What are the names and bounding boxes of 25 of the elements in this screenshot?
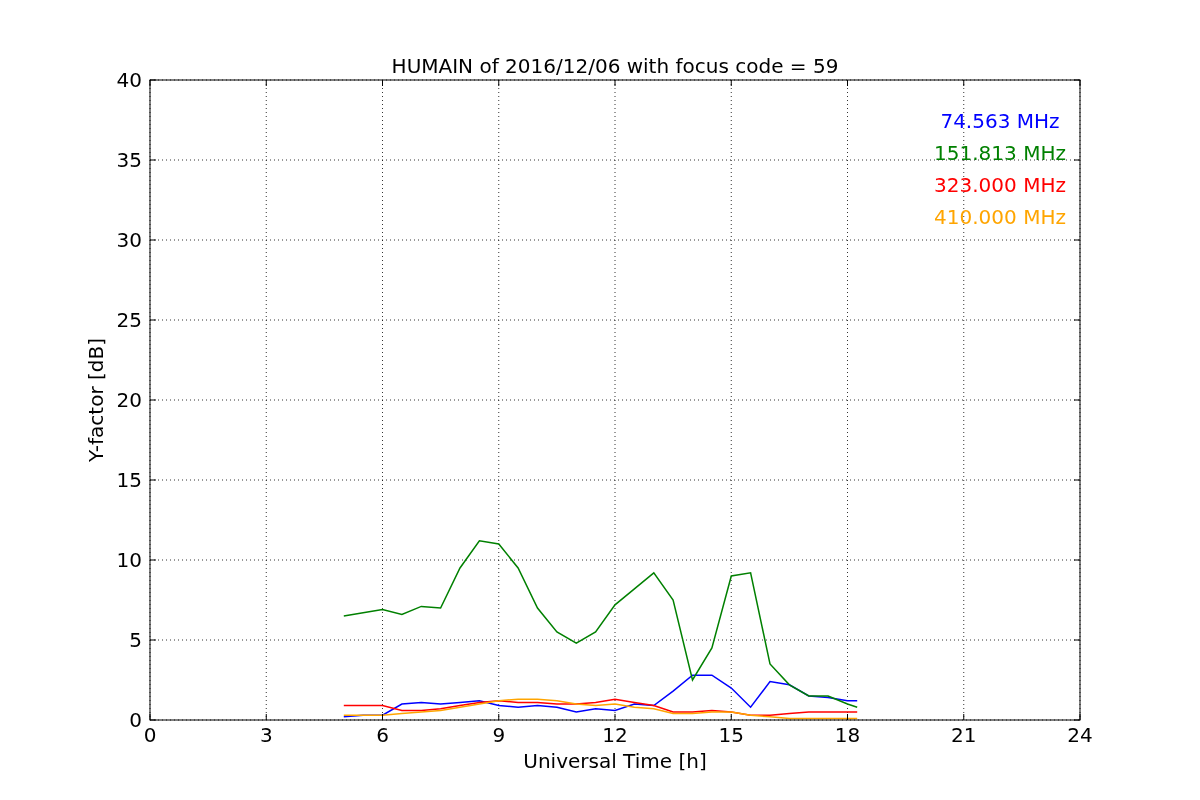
y-tick-label: 35 bbox=[116, 148, 142, 172]
y-tick-label: 0 bbox=[129, 708, 142, 732]
x-tick-label: 15 bbox=[718, 723, 744, 747]
y-tick-label: 40 bbox=[116, 68, 142, 92]
x-axis-label: Universal Time [h] bbox=[523, 749, 707, 773]
x-tick-label: 24 bbox=[1067, 723, 1093, 747]
legend-label: 151.813 MHz bbox=[934, 141, 1066, 165]
y-tick-label: 10 bbox=[116, 548, 142, 572]
y-axis-label: Y-factor [dB] bbox=[84, 338, 108, 462]
legend-label: 410.000 MHz bbox=[934, 205, 1066, 229]
x-tick-label: 9 bbox=[492, 723, 506, 747]
y-tick-label: 25 bbox=[116, 308, 142, 332]
y-tick-label: 15 bbox=[116, 468, 142, 492]
x-tick-label: 3 bbox=[259, 723, 273, 747]
x-tick-label: 12 bbox=[602, 723, 628, 747]
x-tick-label: 18 bbox=[834, 723, 861, 747]
x-tick-label: 6 bbox=[376, 723, 389, 747]
y-tick-label: 20 bbox=[116, 388, 142, 412]
chart-title: HUMAIN of 2016/12/06 with focus code = 59 bbox=[391, 54, 839, 78]
y-tick-label: 5 bbox=[129, 628, 142, 652]
x-tick-label: 21 bbox=[951, 723, 977, 747]
y-tick-label: 30 bbox=[116, 228, 142, 252]
x-tick-label: 0 bbox=[143, 723, 157, 747]
legend-label: 323.000 MHz bbox=[934, 173, 1066, 197]
legend-label: 74.563 MHz bbox=[940, 109, 1060, 133]
